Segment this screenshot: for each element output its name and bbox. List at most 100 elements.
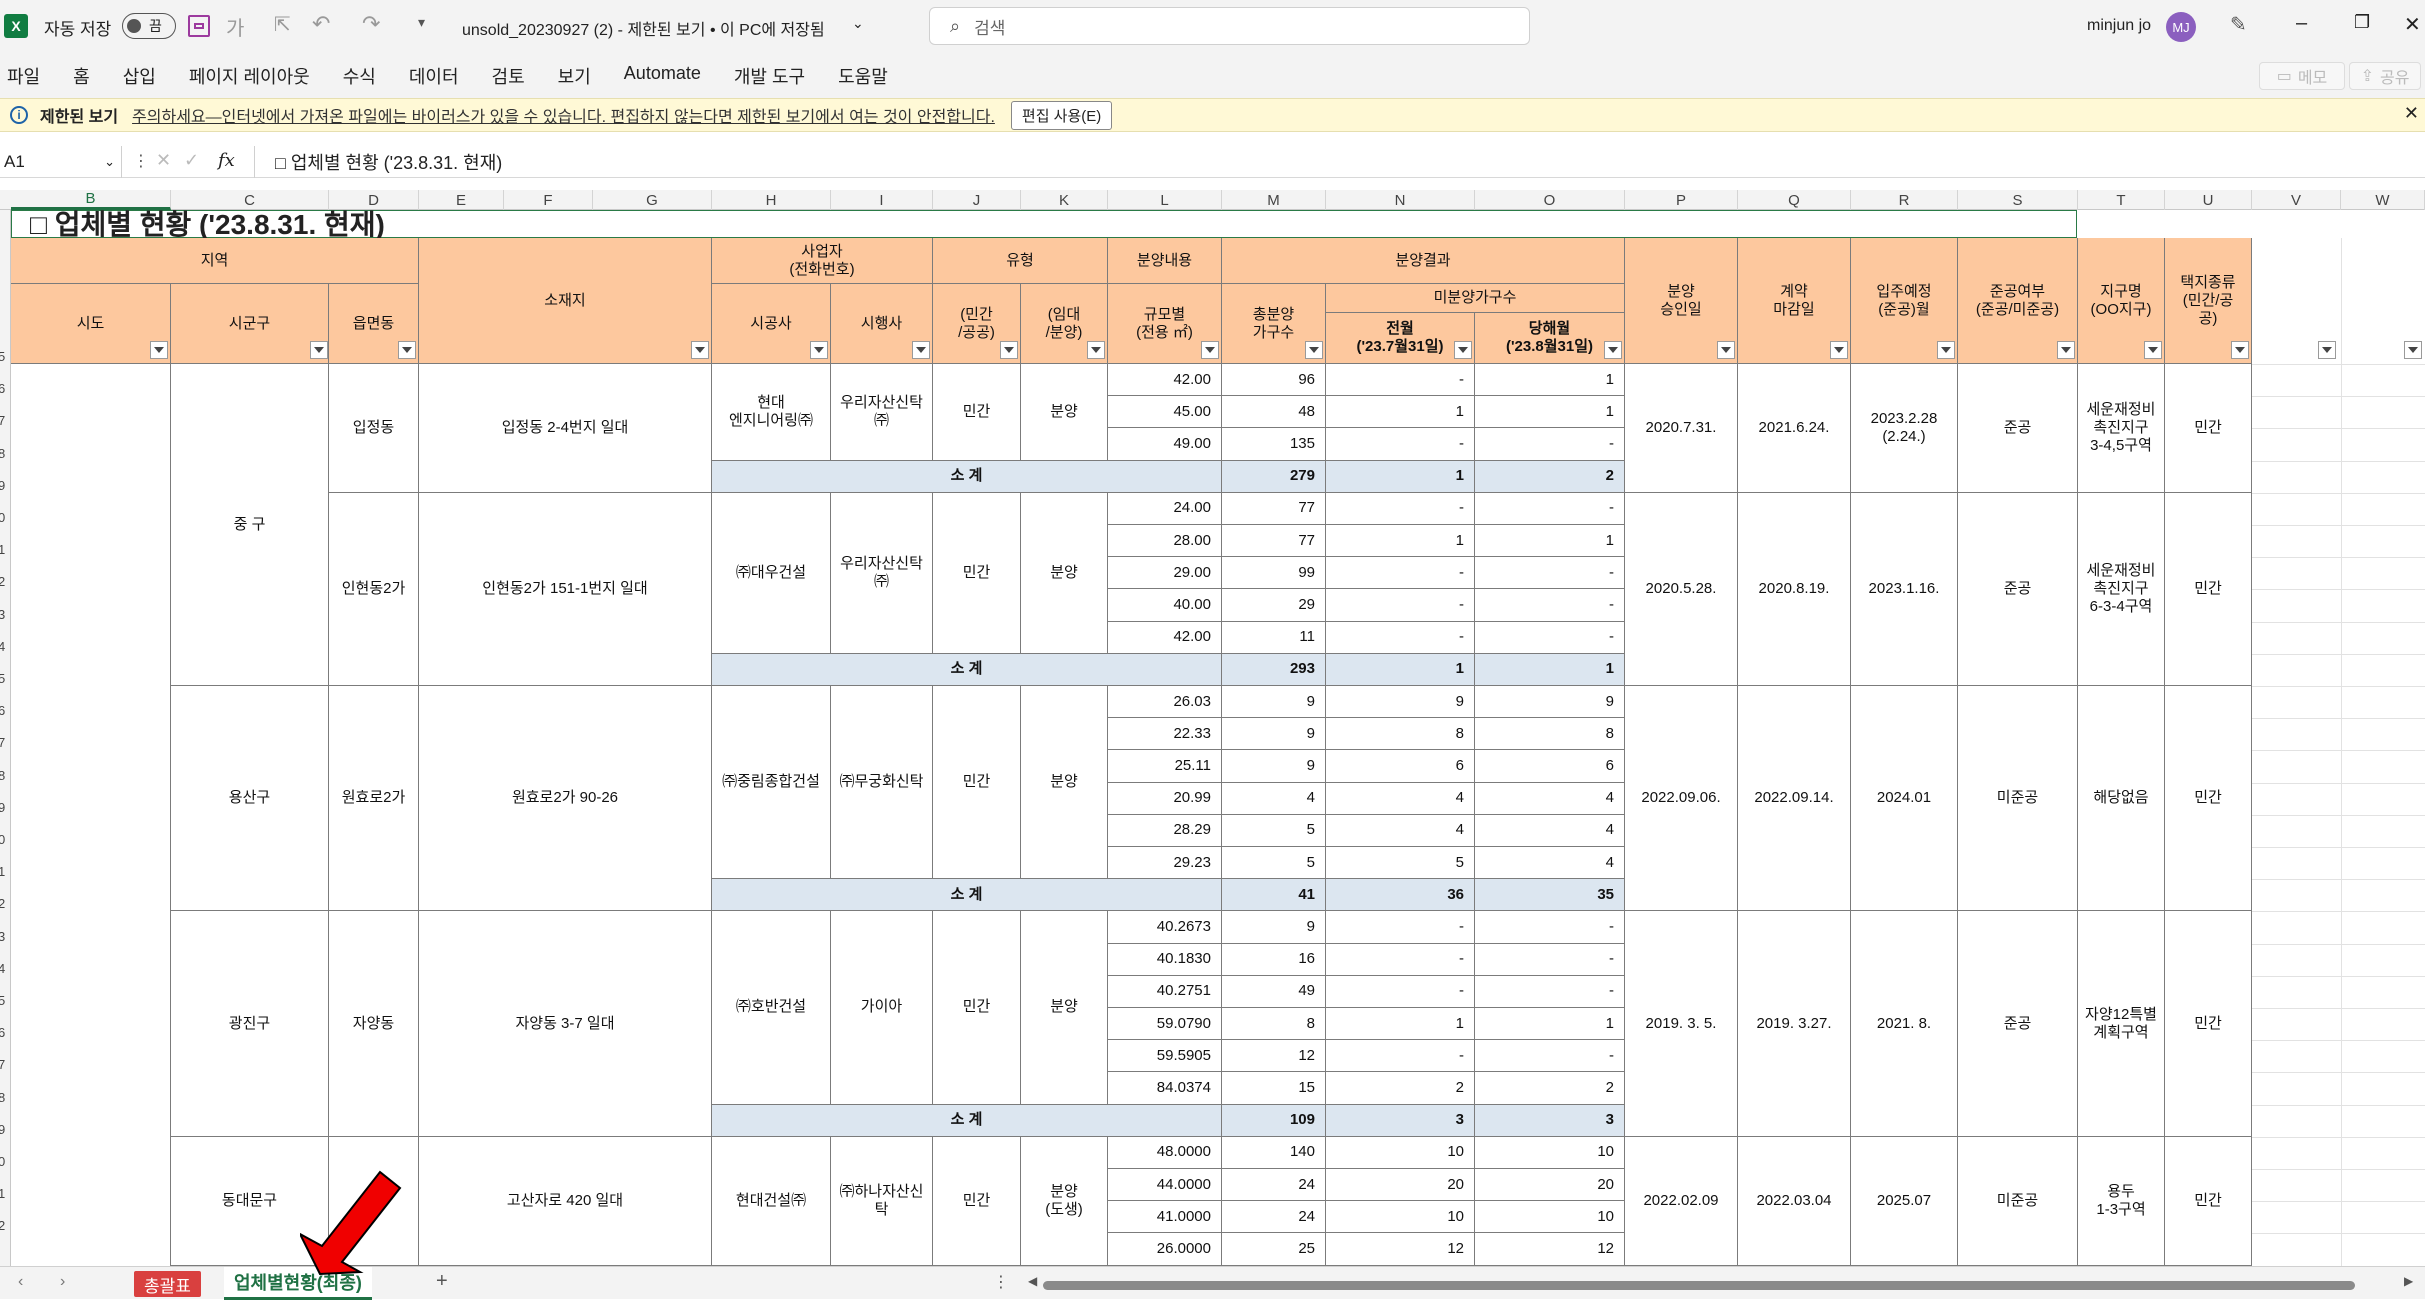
approval-cell[interactable]: 2020.5.28. bbox=[1625, 492, 1738, 686]
header-address[interactable]: 소재지 bbox=[419, 238, 712, 364]
total-units-cell[interactable]: 77 bbox=[1222, 525, 1326, 558]
size-cell[interactable]: 48.0000 bbox=[1108, 1136, 1222, 1169]
type-a-cell[interactable]: 민간 bbox=[933, 492, 1021, 654]
move-in-cell[interactable]: 2024.01 bbox=[1851, 686, 1958, 912]
prev-month-cell[interactable]: - bbox=[1326, 557, 1475, 590]
developer-cell[interactable]: ㈜하나자산신 탁 bbox=[831, 1136, 933, 1266]
size-cell[interactable]: 42.00 bbox=[1108, 621, 1222, 654]
subtotal-cur[interactable]: 1 bbox=[1475, 653, 1625, 686]
filter-dropdown-icon[interactable] bbox=[691, 341, 709, 359]
approval-cell[interactable]: 2019. 3. 5. bbox=[1625, 911, 1738, 1137]
subtotal-label[interactable]: 소 계 bbox=[712, 879, 1222, 912]
developer-cell[interactable]: ㈜무궁화신탁 bbox=[831, 686, 933, 880]
total-units-cell[interactable]: 12 bbox=[1222, 1040, 1326, 1073]
this-month-cell[interactable]: - bbox=[1475, 557, 1625, 590]
builder-cell[interactable]: ㈜호반건설 bbox=[712, 911, 831, 1105]
subtotal-cur[interactable]: 2 bbox=[1475, 460, 1625, 493]
type-b-cell[interactable]: 분양 bbox=[1021, 492, 1108, 654]
filter-dropdown-icon[interactable] bbox=[2404, 341, 2422, 359]
sigungu-cell[interactable]: 광진구 bbox=[171, 911, 329, 1137]
total-units-cell[interactable]: 29 bbox=[1222, 589, 1326, 622]
district-cell[interactable]: 자양12특별 계획구역 bbox=[2078, 911, 2165, 1137]
this-month-cell[interactable]: - bbox=[1475, 1040, 1625, 1073]
contract-cell[interactable]: 2022.03.04 bbox=[1738, 1136, 1851, 1266]
sigungu-cell[interactable]: 중 구 bbox=[171, 364, 329, 686]
header-sale-content[interactable]: 분양내용 bbox=[1108, 238, 1222, 284]
total-units-cell[interactable]: 4 bbox=[1222, 782, 1326, 815]
builder-cell[interactable]: ㈜대우건설 bbox=[712, 492, 831, 654]
subtotal-total[interactable]: 109 bbox=[1222, 1104, 1326, 1137]
move-in-cell[interactable]: 2021. 8. bbox=[1851, 911, 1958, 1137]
developer-cell[interactable]: 우리자산신탁 ㈜ bbox=[831, 492, 933, 654]
prev-month-cell[interactable]: 5 bbox=[1326, 847, 1475, 880]
total-units-cell[interactable]: 11 bbox=[1222, 621, 1326, 654]
header-prev-month[interactable]: 전월 ('23.7월31일) bbox=[1326, 313, 1475, 364]
filter-dropdown-icon[interactable] bbox=[1830, 341, 1848, 359]
filter-dropdown-icon[interactable] bbox=[1454, 341, 1472, 359]
tab-split-icon[interactable]: ⋮ bbox=[993, 1272, 1009, 1292]
total-units-cell[interactable]: 49 bbox=[1222, 975, 1326, 1008]
total-units-cell[interactable]: 8 bbox=[1222, 1008, 1326, 1041]
total-units-cell[interactable]: 24 bbox=[1222, 1169, 1326, 1202]
completed-cell[interactable]: 준공 bbox=[1958, 364, 2078, 493]
header-region[interactable]: 지역 bbox=[11, 238, 419, 284]
this-month-cell[interactable]: 1 bbox=[1475, 525, 1625, 558]
completed-cell[interactable]: 미준공 bbox=[1958, 1136, 2078, 1266]
completed-cell[interactable]: 준공 bbox=[1958, 911, 2078, 1137]
land-cell[interactable]: 민간 bbox=[2165, 492, 2252, 686]
filter-dropdown-icon[interactable] bbox=[1201, 341, 1219, 359]
type-a-cell[interactable]: 민간 bbox=[933, 911, 1021, 1105]
this-month-cell[interactable]: - bbox=[1475, 911, 1625, 944]
this-month-cell[interactable]: 4 bbox=[1475, 847, 1625, 880]
total-units-cell[interactable]: 16 bbox=[1222, 943, 1326, 976]
approval-cell[interactable]: 2022.02.09 bbox=[1625, 1136, 1738, 1266]
filter-dropdown-icon[interactable] bbox=[2144, 341, 2162, 359]
filter-dropdown-icon[interactable] bbox=[1305, 341, 1323, 359]
type-b-cell[interactable]: 분양 bbox=[1021, 911, 1108, 1105]
size-cell[interactable]: 25.11 bbox=[1108, 750, 1222, 783]
builder-cell[interactable]: 현대 엔지니어링㈜ bbox=[712, 364, 831, 461]
district-cell[interactable]: 용두 1-3구역 bbox=[2078, 1136, 2165, 1266]
total-units-cell[interactable]: 99 bbox=[1222, 557, 1326, 590]
filter-dropdown-icon[interactable] bbox=[398, 341, 416, 359]
size-cell[interactable]: 40.2751 bbox=[1108, 975, 1222, 1008]
size-cell[interactable]: 84.0374 bbox=[1108, 1072, 1222, 1105]
filter-dropdown-icon[interactable] bbox=[310, 341, 328, 359]
size-cell[interactable]: 40.00 bbox=[1108, 589, 1222, 622]
subtotal-total[interactable]: 293 bbox=[1222, 653, 1326, 686]
subtotal-label[interactable]: 소 계 bbox=[712, 460, 1222, 493]
subtotal-label[interactable]: 소 계 bbox=[712, 653, 1222, 686]
size-cell[interactable]: 44.0000 bbox=[1108, 1169, 1222, 1202]
hscroll-right-icon[interactable]: ▶ bbox=[2404, 1274, 2413, 1288]
prev-month-cell[interactable]: - bbox=[1326, 364, 1475, 397]
filter-dropdown-icon[interactable] bbox=[1717, 341, 1735, 359]
total-units-cell[interactable]: 9 bbox=[1222, 686, 1326, 719]
prev-month-cell[interactable]: 4 bbox=[1326, 782, 1475, 815]
filter-dropdown-icon[interactable] bbox=[1604, 341, 1622, 359]
completed-cell[interactable]: 미준공 bbox=[1958, 686, 2078, 912]
this-month-cell[interactable]: 10 bbox=[1475, 1136, 1625, 1169]
filter-dropdown-icon[interactable] bbox=[1000, 341, 1018, 359]
prev-month-cell[interactable]: 4 bbox=[1326, 814, 1475, 847]
size-cell[interactable]: 40.2673 bbox=[1108, 911, 1222, 944]
address-cell[interactable]: 입정동 2-4번지 일대 bbox=[419, 364, 712, 493]
contract-cell[interactable]: 2021.6.24. bbox=[1738, 364, 1851, 493]
this-month-cell[interactable]: - bbox=[1475, 621, 1625, 654]
size-cell[interactable]: 29.23 bbox=[1108, 847, 1222, 880]
type-b-cell[interactable]: 분양 (도생) bbox=[1021, 1136, 1108, 1266]
total-units-cell[interactable]: 135 bbox=[1222, 428, 1326, 461]
filter-dropdown-icon[interactable] bbox=[810, 341, 828, 359]
total-units-cell[interactable]: 140 bbox=[1222, 1136, 1326, 1169]
move-in-cell[interactable]: 2025.07 bbox=[1851, 1136, 1958, 1266]
filter-dropdown-icon[interactable] bbox=[2318, 341, 2336, 359]
this-month-cell[interactable]: 6 bbox=[1475, 750, 1625, 783]
address-cell[interactable]: 원효로2가 90-26 bbox=[419, 686, 712, 912]
this-month-cell[interactable]: - bbox=[1475, 589, 1625, 622]
this-month-cell[interactable]: 4 bbox=[1475, 814, 1625, 847]
eupmyeon-cell[interactable]: 인현동2가 bbox=[329, 492, 419, 686]
hscroll-left-icon[interactable]: ◀ bbox=[1028, 1274, 1037, 1288]
this-month-cell[interactable]: 12 bbox=[1475, 1233, 1625, 1266]
this-month-cell[interactable]: - bbox=[1475, 943, 1625, 976]
prev-month-cell[interactable]: - bbox=[1326, 428, 1475, 461]
subtotal-prev[interactable]: 36 bbox=[1326, 879, 1475, 912]
